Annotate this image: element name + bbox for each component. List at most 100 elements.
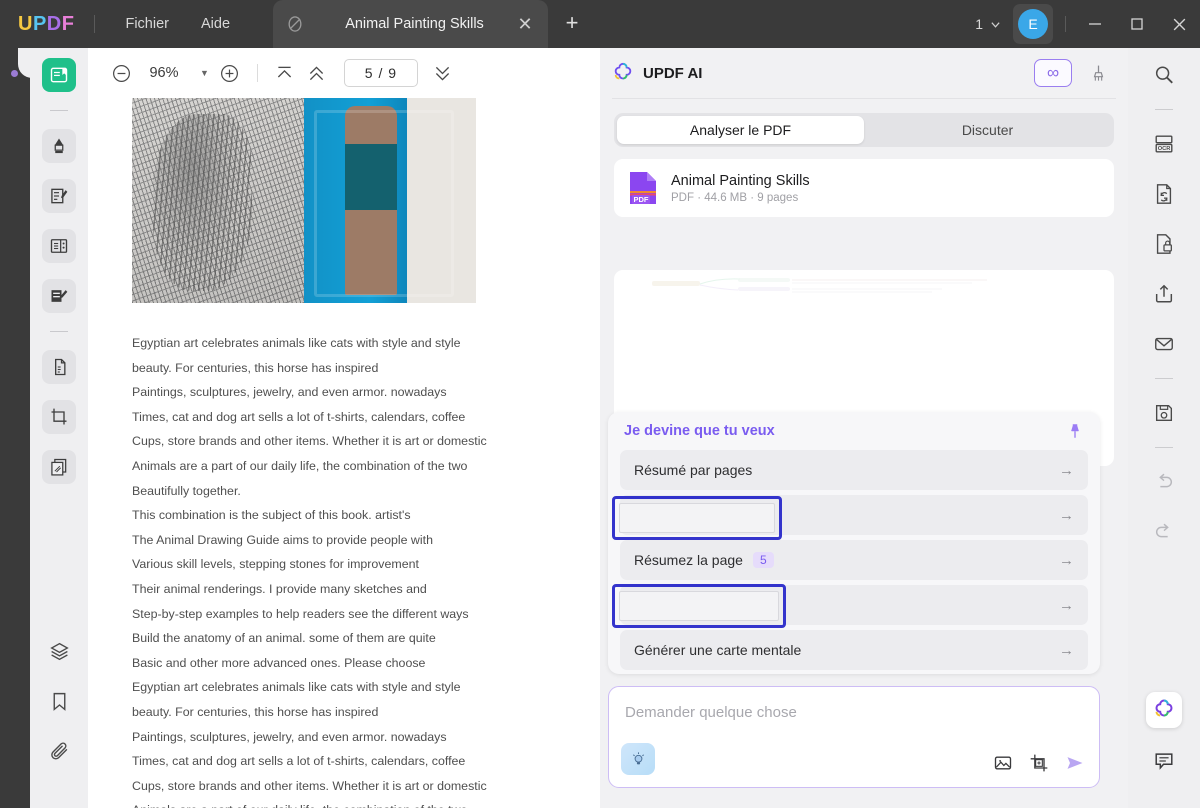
document-text-line: Cups, store brands and other items. Whet…: [132, 434, 487, 449]
document-text-line: The Animal Drawing Guide aims to provide…: [132, 532, 433, 547]
maximize-button[interactable]: [1116, 0, 1158, 48]
ai-mode-tabs: Analyser le PDF Discuter: [614, 113, 1114, 147]
document-text-line: Animals are a part of our daily life, th…: [132, 458, 468, 473]
tab-discuter[interactable]: Discuter: [864, 116, 1111, 144]
zoom-in-icon: [221, 64, 239, 82]
avatar: E: [1018, 9, 1048, 39]
document-scroll-area[interactable]: Egyptian art celebrates animals like cat…: [88, 98, 600, 808]
title-bar: UPDF Fichier Aide Animal Painting Skills…: [0, 0, 1200, 48]
suggestion-label: Résumez la page: [634, 552, 743, 568]
document-text-line: Beautifully together.: [132, 483, 241, 498]
suggestion-item[interactable]: Résumé par pages →: [620, 450, 1088, 490]
zoom-dropdown-icon[interactable]: ▼: [200, 68, 209, 78]
tool-batch[interactable]: [42, 450, 76, 484]
tool-protect[interactable]: [1147, 227, 1181, 261]
send-message-icon[interactable]: [1065, 753, 1085, 773]
document-text-line: Their animal renderings. I provide many …: [132, 581, 427, 596]
ai-prompt-box[interactable]: Demander quelque chose: [608, 686, 1100, 788]
tool-convert[interactable]: [1147, 177, 1181, 211]
layers-icon: [49, 642, 69, 660]
tool-save[interactable]: [1147, 396, 1181, 430]
ai-suggestions-header: Je devine que tu veux: [620, 412, 1088, 450]
lock-document-icon: [1156, 234, 1172, 254]
tool-highlighter[interactable]: [42, 129, 76, 163]
clear-chat-button[interactable]: [1082, 58, 1114, 88]
tab-analyser-le-pdf[interactable]: Analyser le PDF: [617, 116, 864, 144]
suggestion-arrow-icon: →: [1059, 641, 1074, 659]
document-text-line: Paintings, sculptures, jewelry, and even…: [132, 729, 447, 744]
window-switcher[interactable]: 1: [965, 16, 1011, 32]
tool-edit-pdf[interactable]: [42, 279, 76, 313]
tool-undo[interactable]: [1147, 465, 1181, 499]
first-page-button[interactable]: [270, 58, 300, 88]
tool-layers[interactable]: [42, 634, 76, 668]
insert-image-icon[interactable]: [993, 753, 1013, 773]
suggestions-toggle-button[interactable]: [621, 743, 655, 775]
updf-window: UPDF Fichier Aide Animal Painting Skills…: [0, 0, 1200, 808]
account-button[interactable]: E: [1013, 4, 1053, 44]
next-page-button[interactable]: [428, 58, 458, 88]
attached-file-meta: PDF · 44.6 MB · 9 pages: [671, 191, 799, 204]
tool-crop[interactable]: [42, 400, 76, 434]
titlebar-right-controls: 1 E: [965, 0, 1200, 48]
ai-suggestions-title: Je devine que tu veux: [624, 423, 775, 439]
ai-panel-title: UPDF AI: [643, 64, 703, 82]
tool-page-layout[interactable]: [42, 229, 76, 263]
previous-page-button[interactable]: [302, 58, 332, 88]
tool-email[interactable]: [1147, 327, 1181, 361]
photo-person-blue-door: [304, 98, 476, 303]
ai-assistant-button[interactable]: [1146, 692, 1182, 728]
ai-header-divider: [612, 98, 1116, 99]
document-tab[interactable]: Animal Painting Skills ✕: [273, 0, 548, 48]
updf-logo: UPDF: [18, 13, 74, 36]
titlebar-divider: [94, 15, 96, 33]
mindmap-ghost-graphic: [652, 278, 987, 293]
tool-ocr[interactable]: OCR: [1147, 127, 1181, 161]
chevron-up-double-icon: [310, 65, 324, 80]
tool-reader[interactable]: [42, 58, 76, 92]
tool-bookmark[interactable]: [42, 684, 76, 718]
logo-letter-u: U: [18, 12, 33, 35]
suggestion-item[interactable]: Traduire par pages →: [620, 495, 1088, 535]
unlimited-badge[interactable]: ∞: [1034, 59, 1072, 87]
document-text-line: Step-by-step examples to help readers se…: [132, 606, 469, 621]
suggestion-arrow-icon: →: [1059, 506, 1074, 524]
tool-share[interactable]: [1147, 277, 1181, 311]
attached-file-card[interactable]: PDF Animal Painting Skills PDF · 44.6 MB…: [614, 159, 1114, 217]
pin-icon[interactable]: [1066, 422, 1084, 440]
tool-search[interactable]: [1147, 58, 1181, 92]
minimize-button[interactable]: [1074, 0, 1116, 48]
close-window-button[interactable]: [1158, 0, 1200, 48]
suggestion-item[interactable]: Traduire la page 5 →: [620, 585, 1088, 625]
document-text-line: beauty. For centuries, this horse has in…: [132, 360, 379, 375]
zoom-level-value[interactable]: 96%: [138, 65, 190, 81]
right-divider-2: [1155, 378, 1173, 379]
close-tab-icon[interactable]: ✕: [514, 14, 536, 35]
suggestion-page-badge: 5: [745, 597, 767, 613]
tool-organize-pages[interactable]: [42, 350, 76, 384]
first-page-icon: [278, 66, 292, 77]
tool-attachment[interactable]: [42, 734, 76, 768]
ai-suggestions-list: Résumé par pages → Traduire par pages → Résu…: [620, 450, 1088, 670]
menu-aide[interactable]: Aide: [185, 10, 246, 38]
tool-comment[interactable]: [1147, 744, 1181, 778]
ai-assistant-icon: [1155, 699, 1173, 717]
pdf-file-icon: PDF: [630, 172, 656, 204]
close-icon: [1173, 18, 1185, 30]
tool-annotate[interactable]: [42, 179, 76, 213]
document-text-line: Basic and other more advanced ones. Plea…: [132, 655, 426, 670]
document-viewer: 96% ▼ 5 / 9 Egyptian art celebrates anim…: [88, 48, 600, 808]
suggestion-item[interactable]: Résumez la page 5 →: [620, 540, 1088, 580]
tool-redo[interactable]: [1147, 515, 1181, 549]
document-text-line: Times, cat and dog art sells a lot of t-…: [132, 409, 466, 424]
ai-prompt-input[interactable]: Demander quelque chose: [625, 704, 797, 721]
screenshot-capture-icon[interactable]: [1029, 753, 1049, 773]
page-number-input[interactable]: 5 / 9: [343, 59, 418, 87]
menu-fichier[interactable]: Fichier: [109, 10, 185, 38]
annotate-icon: [51, 188, 68, 204]
zoom-out-button[interactable]: [106, 58, 136, 88]
suggestion-item[interactable]: Générer une carte mentale →: [620, 630, 1088, 670]
zoom-in-button[interactable]: [215, 58, 245, 88]
new-tab-button[interactable]: +: [558, 10, 586, 38]
page-body-text: Egyptian art celebrates animals like cat…: [132, 331, 516, 808]
